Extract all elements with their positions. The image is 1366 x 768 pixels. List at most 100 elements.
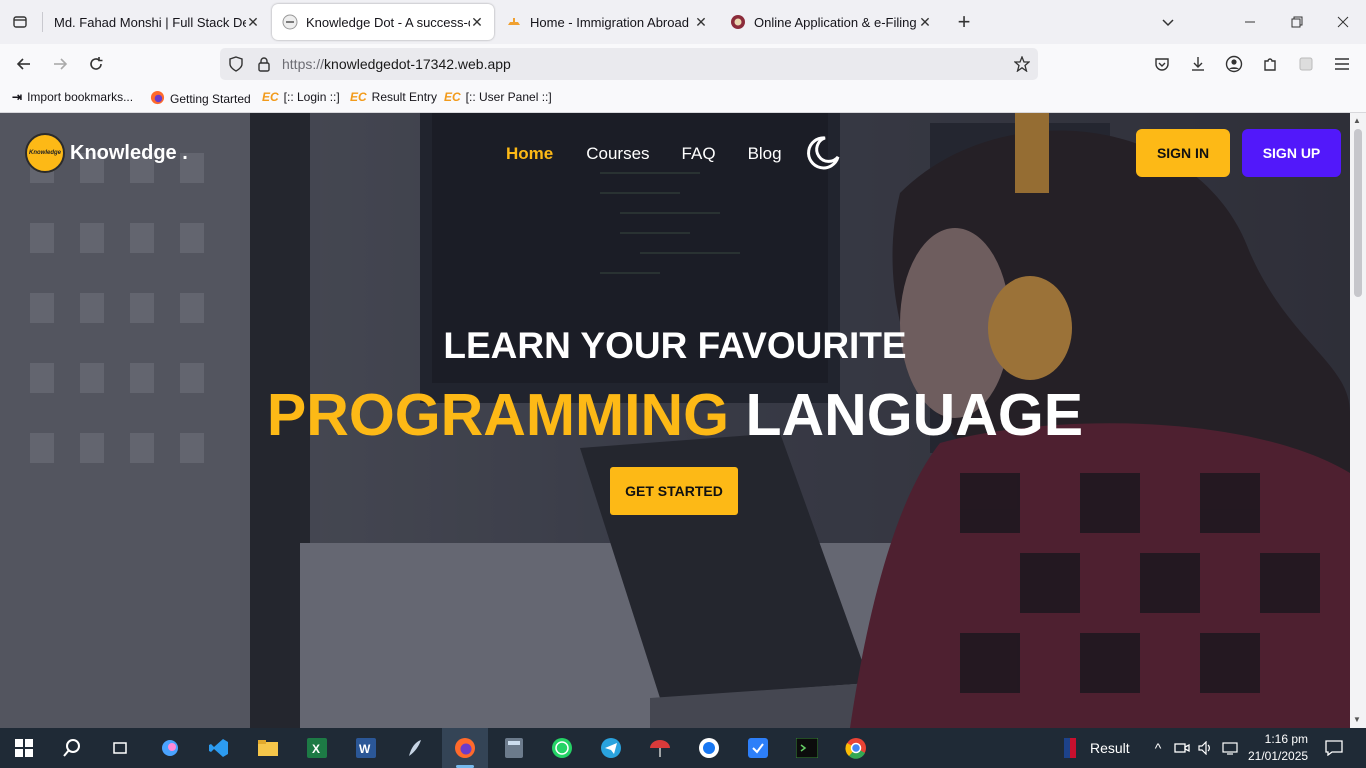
pocket-icon[interactable]	[1150, 52, 1174, 76]
seal-icon	[730, 14, 746, 30]
bookmark-import[interactable]: ⇥ Import bookmarks...	[12, 90, 133, 104]
network-icon[interactable]	[1218, 736, 1242, 760]
reload-icon[interactable]	[84, 52, 108, 76]
tab-immigration[interactable]: Home - Immigration Abroad ✕	[496, 4, 718, 40]
shield-icon[interactable]	[224, 52, 248, 76]
clock-date: 21/01/2025	[1248, 749, 1309, 763]
whatsapp-icon[interactable]	[550, 736, 574, 760]
app-feather-icon[interactable]	[403, 736, 427, 760]
new-tab-button[interactable]: +	[952, 9, 976, 34]
ec-icon: EC	[444, 90, 461, 104]
menu-icon[interactable]	[1330, 52, 1354, 76]
tab-portfolio[interactable]: Md. Fahad Monshi | Full Stack Devel ✕	[44, 4, 270, 40]
close-icon[interactable]: ✕	[470, 14, 484, 31]
messenger-icon[interactable]	[697, 736, 721, 760]
firefox-icon	[453, 736, 477, 760]
search-icon[interactable]	[60, 736, 84, 760]
hero-section: Knowledge Knowledge . Home Courses FAQ B…	[0, 113, 1350, 728]
lock-icon[interactable]	[252, 52, 276, 76]
copilot-icon[interactable]	[158, 736, 182, 760]
firefox-taskbar-item[interactable]	[442, 728, 488, 768]
tab-title: Knowledge Dot - A success-orie	[306, 14, 470, 30]
umbrella-app-icon[interactable]	[648, 736, 672, 760]
downloads-icon[interactable]	[1186, 52, 1210, 76]
hero-subtitle: LEARN YOUR FAVOURITE	[443, 325, 907, 366]
tab-knowledge-dot[interactable]: Knowledge Dot - A success-orie ✕	[272, 4, 494, 40]
url-host: knowledgedot-17342.web.app	[324, 56, 511, 72]
bookmarks-toolbar: ⇥ Import bookmarks... Getting Started EC…	[0, 84, 1366, 113]
bookmark-label: Getting Started	[170, 92, 251, 106]
chrome-icon[interactable]	[844, 736, 868, 760]
sign-in-button[interactable]: SIGN IN	[1136, 129, 1230, 177]
svg-text:X: X	[312, 742, 320, 756]
account-icon[interactable]	[1222, 52, 1246, 76]
nav-blog[interactable]: Blog	[748, 144, 782, 164]
tab-title: Md. Fahad Monshi | Full Stack Devel	[54, 14, 246, 30]
window-close-icon[interactable]	[1331, 10, 1355, 34]
bookmark-user-panel[interactable]: EC [:: User Panel ::]	[444, 90, 552, 104]
close-icon[interactable]: ✕	[246, 14, 260, 31]
import-icon: ⇥	[12, 90, 23, 104]
tab-efiling[interactable]: Online Application & e-Filing Sy ✕	[720, 4, 942, 40]
sign-up-button[interactable]: SIGN UP	[1242, 129, 1341, 177]
bookmark-login[interactable]: EC [:: Login ::]	[262, 90, 340, 104]
dark-mode-toggle-icon[interactable]	[805, 135, 841, 171]
close-icon[interactable]: ✕	[694, 14, 708, 31]
logo-badge: Knowledge	[25, 133, 65, 173]
nba-icon[interactable]	[1058, 736, 1082, 760]
bookmark-result-entry[interactable]: EC Result Entry	[350, 90, 437, 104]
clock[interactable]: 1:16 pm 21/01/2025	[1248, 732, 1308, 763]
tab-title: Home - Immigration Abroad	[530, 14, 689, 30]
scroll-down-icon[interactable]: ▼	[1353, 715, 1361, 724]
nav-faq[interactable]: FAQ	[682, 144, 716, 164]
tab-strip: Md. Fahad Monshi | Full Stack Devel ✕ Kn…	[0, 0, 1366, 44]
url-text[interactable]: https://knowledgedot-17342.web.app	[282, 56, 511, 72]
todo-icon[interactable]	[746, 736, 770, 760]
scroll-thumb[interactable]	[1354, 129, 1362, 297]
plane-icon	[506, 14, 522, 30]
firefox-icon	[150, 90, 165, 108]
ec-icon: EC	[262, 90, 279, 104]
calculator-icon[interactable]	[502, 736, 526, 760]
scroll-up-icon[interactable]: ▲	[1353, 116, 1361, 125]
chevron-up-icon[interactable]: ^	[1146, 736, 1170, 760]
tab-manager-icon[interactable]	[8, 10, 32, 34]
site-nav: Home Courses FAQ Blog	[506, 144, 782, 164]
restore-icon[interactable]	[1285, 10, 1309, 34]
page-scrollbar[interactable]: ▲ ▼	[1350, 113, 1366, 728]
svg-text:W: W	[359, 742, 371, 756]
excel-icon[interactable]: X	[305, 736, 329, 760]
extensions-icon[interactable]	[1258, 52, 1282, 76]
vscode-icon[interactable]	[207, 736, 231, 760]
ec-icon: EC	[350, 90, 367, 104]
logo-text: Knowledge .	[70, 141, 188, 164]
navigation-toolbar: https://knowledgedot-17342.web.app	[0, 44, 1366, 84]
address-bar[interactable]: https://knowledgedot-17342.web.app	[220, 48, 1038, 80]
hero-title-rest: LANGUAGE	[745, 382, 1084, 448]
nav-courses[interactable]: Courses	[586, 144, 649, 164]
site-logo[interactable]: Knowledge Knowledge .	[25, 133, 188, 173]
speaker-icon[interactable]	[1194, 736, 1218, 760]
back-icon[interactable]	[12, 52, 36, 76]
forward-icon[interactable]	[48, 52, 72, 76]
terminal-icon[interactable]	[795, 736, 819, 760]
windows-start-icon[interactable]	[12, 736, 36, 760]
pdf-extension-icon[interactable]	[1294, 52, 1318, 76]
bookmark-label: Result Entry	[371, 90, 438, 104]
file-explorer-icon[interactable]	[256, 736, 280, 760]
bookmark-getting-started[interactable]: Getting Started	[150, 90, 251, 108]
nav-home[interactable]: Home	[506, 144, 553, 164]
camera-icon[interactable]	[1170, 736, 1194, 760]
hero-title-highlight: PROGRAMMING	[266, 382, 730, 448]
telegram-icon[interactable]	[599, 736, 623, 760]
widget-label[interactable]: Result	[1090, 740, 1130, 756]
list-all-tabs-icon[interactable]	[1156, 10, 1180, 34]
close-icon[interactable]: ✕	[918, 14, 932, 31]
bookmark-star-icon[interactable]	[1010, 52, 1034, 76]
minimize-icon[interactable]	[1238, 10, 1262, 34]
task-view-icon[interactable]	[108, 736, 132, 760]
notifications-icon[interactable]	[1322, 736, 1346, 760]
clock-time: 1:16 pm	[1264, 732, 1308, 746]
word-icon[interactable]: W	[354, 736, 378, 760]
get-started-button[interactable]: GET STARTED	[610, 467, 738, 515]
